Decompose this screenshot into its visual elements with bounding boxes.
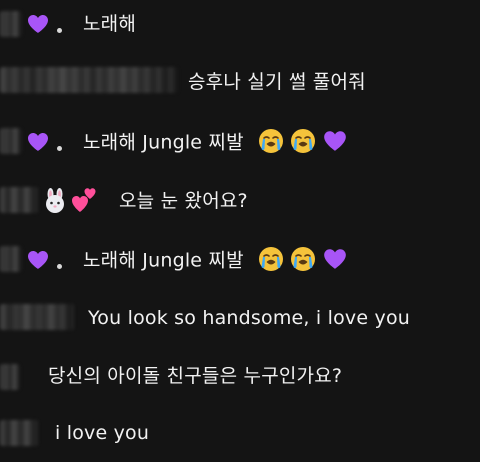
message-text: 오늘 눈 왔어요? xyxy=(119,190,248,212)
blurred-username xyxy=(0,128,22,154)
blurred-username xyxy=(0,67,178,93)
message-text: 노래해 Jungle 찌발 xyxy=(83,249,244,272)
emoji-group xyxy=(258,128,348,154)
blurred-username xyxy=(0,304,74,330)
loudly-crying-face-icon xyxy=(259,129,284,153)
message-text: 당신의 아이돌 친구들은 누구인가요? xyxy=(48,365,343,387)
separator-dot xyxy=(57,28,62,33)
loudly-crying-face-icon xyxy=(259,247,284,271)
chat-feed: 노래해 승후나 실기 썰 풀어줘 노래해 Jungle 찌발 오늘 눈 왔어요?… xyxy=(0,0,480,462)
message-row: 노래해 Jungle 찌발 xyxy=(83,128,348,156)
message-text: i love you xyxy=(55,422,150,444)
separator-dot xyxy=(57,146,62,151)
blurred-username xyxy=(0,364,20,390)
purple-heart-icon xyxy=(324,249,346,269)
separator-dot xyxy=(57,264,62,269)
purple-heart-icon xyxy=(28,251,48,269)
purple-heart-icon xyxy=(28,133,48,151)
purple-heart-icon xyxy=(28,15,48,33)
blurred-username xyxy=(0,246,22,272)
emoji-group xyxy=(258,246,348,272)
message-text: You look so handsome, i love you xyxy=(88,307,411,329)
two-hearts-icon xyxy=(70,186,98,214)
rabbit-face-icon xyxy=(42,188,68,214)
purple-heart-icon xyxy=(324,131,346,151)
blurred-username xyxy=(0,420,38,446)
blurred-username xyxy=(0,11,22,37)
loudly-crying-face-icon xyxy=(291,129,316,153)
blurred-username xyxy=(0,187,38,213)
message-text: 승후나 실기 썰 풀어줘 xyxy=(188,71,366,93)
loudly-crying-face-icon xyxy=(291,247,316,271)
message-row: 노래해 Jungle 찌발 xyxy=(83,246,348,274)
message-text: 노래해 xyxy=(83,13,137,35)
message-text: 노래해 Jungle 찌발 xyxy=(83,131,244,154)
